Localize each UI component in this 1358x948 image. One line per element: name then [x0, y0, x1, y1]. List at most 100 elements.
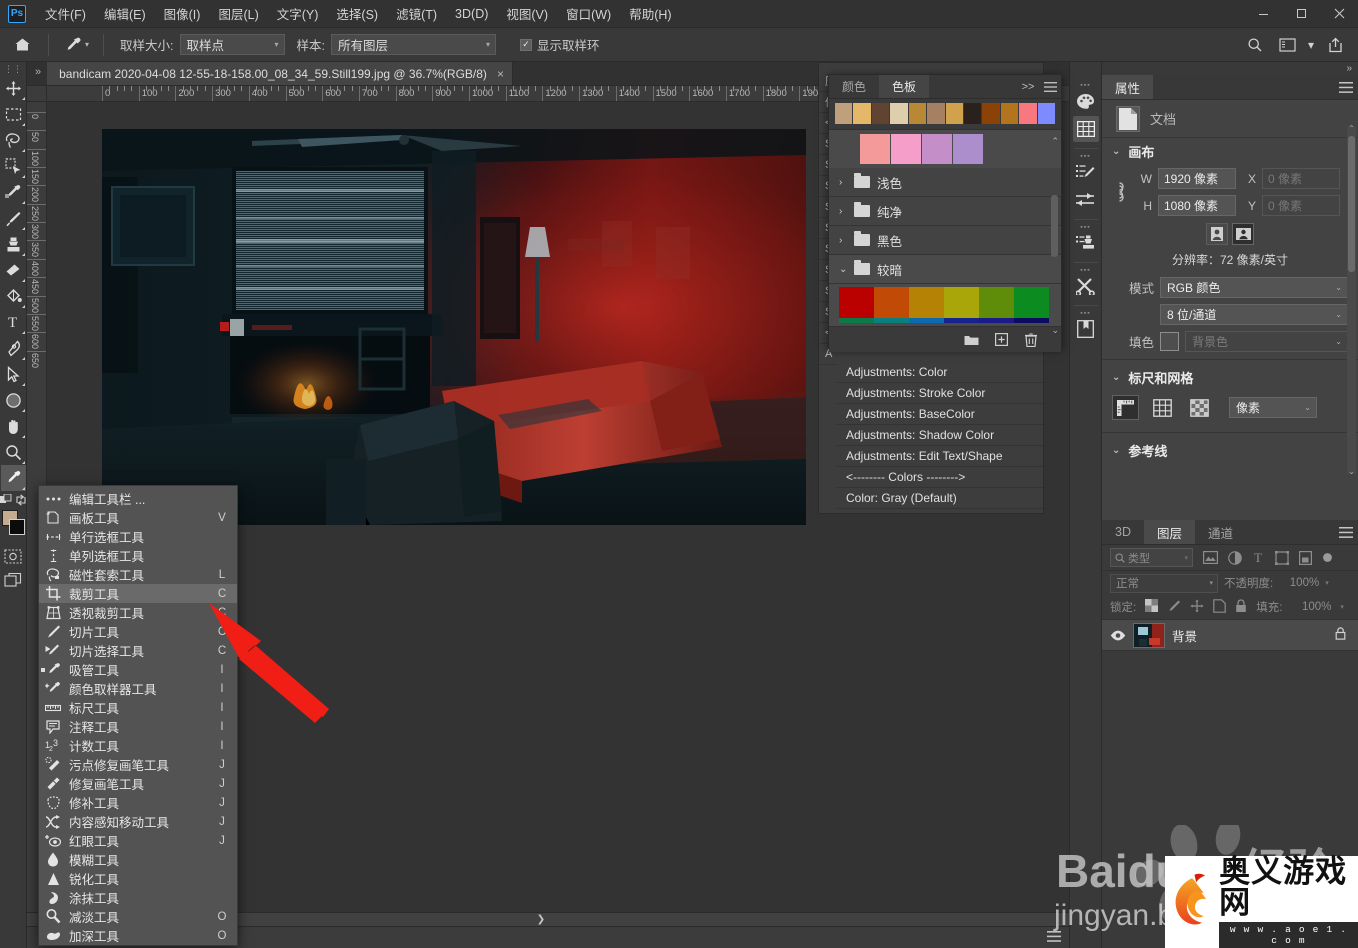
swatch-cell[interactable] — [835, 103, 853, 124]
chevron-down-icon[interactable]: ⌄ — [1051, 325, 1059, 336]
flyout-item-11[interactable]: 颜色取样器工具 I — [39, 679, 237, 698]
flyout-item-20[interactable]: 模糊工具 — [39, 850, 237, 869]
path-selection-tool[interactable] — [1, 361, 26, 387]
type-tool[interactable]: T — [1, 309, 26, 335]
lasso-tool[interactable] — [1, 127, 26, 153]
swatch-cell[interactable] — [1000, 103, 1019, 124]
swatch-cell[interactable] — [860, 134, 890, 164]
toggle-filter-icon[interactable] — [1322, 552, 1333, 563]
chevron-down-icon[interactable]: ▾ — [1340, 603, 1344, 611]
hand-tool[interactable] — [1, 413, 26, 439]
swatch-cell[interactable] — [839, 287, 874, 318]
flyout-item-21[interactable]: 锐化工具 — [39, 869, 237, 888]
flyout-item-4[interactable]: 单列选框工具 — [39, 546, 237, 565]
ruler-corner[interactable] — [27, 86, 47, 102]
flyout-item-7[interactable]: 透视裁剪工具 C — [39, 603, 237, 622]
light-swatches-row[interactable]: ⌃ — [829, 130, 1061, 168]
bit-depth-select[interactable]: 8 位/通道 ⌄ — [1160, 304, 1348, 325]
minimize-icon[interactable] — [1244, 0, 1282, 27]
search-icon[interactable] — [1240, 32, 1270, 58]
tab-color[interactable]: 颜色 — [829, 75, 879, 98]
dark-group-swatches-row2[interactable] — [829, 318, 1061, 326]
flyout-item-8[interactable]: 切片工具 C — [39, 622, 237, 641]
document-image[interactable] — [102, 129, 806, 525]
layer-name[interactable]: 背景 — [1172, 626, 1328, 645]
tab-3d[interactable]: 3D — [1102, 520, 1144, 544]
ruler-icon[interactable] — [1112, 395, 1139, 420]
close-icon[interactable]: × — [497, 67, 504, 81]
chevron-down-icon[interactable]: ⌄ — [839, 264, 847, 275]
chevron-right-icon[interactable]: › — [839, 177, 847, 188]
list-item[interactable]: Adjustments: BaseColor — [837, 404, 1043, 425]
move-tool[interactable] — [1, 75, 26, 101]
menu-view[interactable]: 视图(V) — [497, 0, 557, 27]
sample-select[interactable]: 所有图层 ▾ — [330, 34, 496, 55]
home-icon[interactable] — [6, 32, 38, 58]
eyedropper-tool[interactable] — [0, 465, 26, 491]
pen-tool[interactable] — [1, 335, 26, 361]
adjustment-filter-icon[interactable] — [1228, 550, 1242, 565]
fill-select[interactable]: 背景色 ⌄ — [1185, 331, 1348, 352]
chevron-up-icon[interactable]: ⌃ — [1347, 124, 1356, 133]
flyout-item-15[interactable]: 污点修复画笔工具 J — [39, 755, 237, 774]
brush-tool[interactable] — [1, 205, 26, 231]
flyout-item-1[interactable]: 编辑工具栏 ... — [39, 489, 237, 508]
expand-panels-icon[interactable]: » — [35, 66, 47, 82]
styles-stamp-icon[interactable] — [1073, 230, 1099, 256]
list-item[interactable]: Adjustments: Stroke Color — [837, 383, 1043, 404]
show-sampling-ring-checkbox[interactable]: ✓ 显示取样环 — [519, 35, 600, 54]
fill-color-chip[interactable] — [1160, 332, 1179, 351]
canvas-section-header[interactable]: ⌄ 画布 — [1102, 138, 1358, 165]
link-icon[interactable] — [1110, 181, 1128, 203]
eyedropper-tool-group[interactable] — [1, 179, 26, 205]
rectangular-marquee-tool[interactable] — [1, 101, 26, 127]
adjustments-sliders-icon[interactable] — [1073, 187, 1099, 213]
x-input[interactable]: 0 像素 — [1262, 168, 1340, 189]
visibility-eye-icon[interactable] — [1110, 630, 1126, 641]
properties-menu-icon[interactable] — [1334, 75, 1358, 99]
swatch-cell[interactable] — [963, 103, 982, 124]
lock-pixels-icon[interactable] — [1167, 599, 1181, 616]
lock-artboard-icon[interactable] — [1213, 598, 1227, 616]
swatch-group-2[interactable]: › 纯净 — [829, 197, 1061, 226]
fill-value[interactable]: 100% — [1291, 598, 1331, 616]
menu-edit[interactable]: 编辑(E) — [95, 0, 155, 27]
swatch-cell[interactable] — [909, 318, 944, 323]
swatch-cell[interactable] — [853, 103, 871, 124]
landscape-icon[interactable] — [1232, 223, 1254, 245]
flyout-item-18[interactable]: 内容感知移动工具 J — [39, 812, 237, 831]
swatch-cell[interactable] — [979, 318, 1014, 323]
swatches-grid-icon[interactable] — [1072, 116, 1099, 142]
recent-swatches-strip[interactable] — [829, 99, 1061, 130]
menu-filter[interactable]: 滤镜(T) — [387, 0, 446, 27]
sample-size-select[interactable]: 取样点 ▾ — [179, 34, 285, 55]
swatch-cell[interactable] — [945, 103, 963, 124]
ellipse-shape-tool[interactable] — [1, 387, 26, 413]
swatches-panel[interactable]: 颜色 色板 >> ⌃ › 浅色 › 纯净 › 黑色 ⌄ 较暗 ⌄ — [828, 74, 1062, 352]
swatch-cell[interactable] — [979, 287, 1014, 318]
flyout-item-19[interactable]: 红眼工具 J — [39, 831, 237, 850]
current-tool-preview[interactable]: ▾ — [59, 33, 93, 56]
flyout-item-9[interactable]: 切片选择工具 C — [39, 641, 237, 660]
new-group-icon[interactable] — [963, 334, 979, 346]
tools-scissors-icon[interactable] — [1073, 273, 1099, 299]
lock-all-icon[interactable] — [1235, 598, 1247, 616]
menu-3d[interactable]: 3D(D) — [446, 3, 497, 25]
color-palette-icon[interactable] — [1073, 88, 1099, 114]
chevron-down-icon[interactable]: ▾ — [1304, 32, 1318, 58]
blend-mode-select[interactable]: 正常 ▾ — [1110, 573, 1218, 593]
guides-section-header[interactable]: ⌄ 参考线 — [1102, 437, 1358, 464]
list-item[interactable]: Adjustments: Color — [837, 362, 1043, 383]
flyout-item-2[interactable]: 画板工具 V — [39, 508, 237, 527]
flyout-item-17[interactable]: 修补工具 J — [39, 793, 237, 812]
opacity-value[interactable]: 100% — [1279, 574, 1319, 592]
swatch-group-3[interactable]: › 黑色 — [829, 226, 1061, 255]
swatch-cell[interactable] — [922, 134, 952, 164]
scrollbar-thumb[interactable] — [1348, 136, 1355, 272]
image-filter-icon[interactable] — [1203, 551, 1218, 564]
tab-layers[interactable]: 图层 — [1143, 520, 1195, 544]
background-color-swatch[interactable] — [8, 519, 25, 535]
properties-scrollbar[interactable]: ⌃ ⌄ — [1347, 124, 1356, 476]
list-item[interactable]: Adjustments: Edit Text/Shape — [837, 446, 1043, 467]
flyout-item-5[interactable]: 磁性套索工具 L — [39, 565, 237, 584]
